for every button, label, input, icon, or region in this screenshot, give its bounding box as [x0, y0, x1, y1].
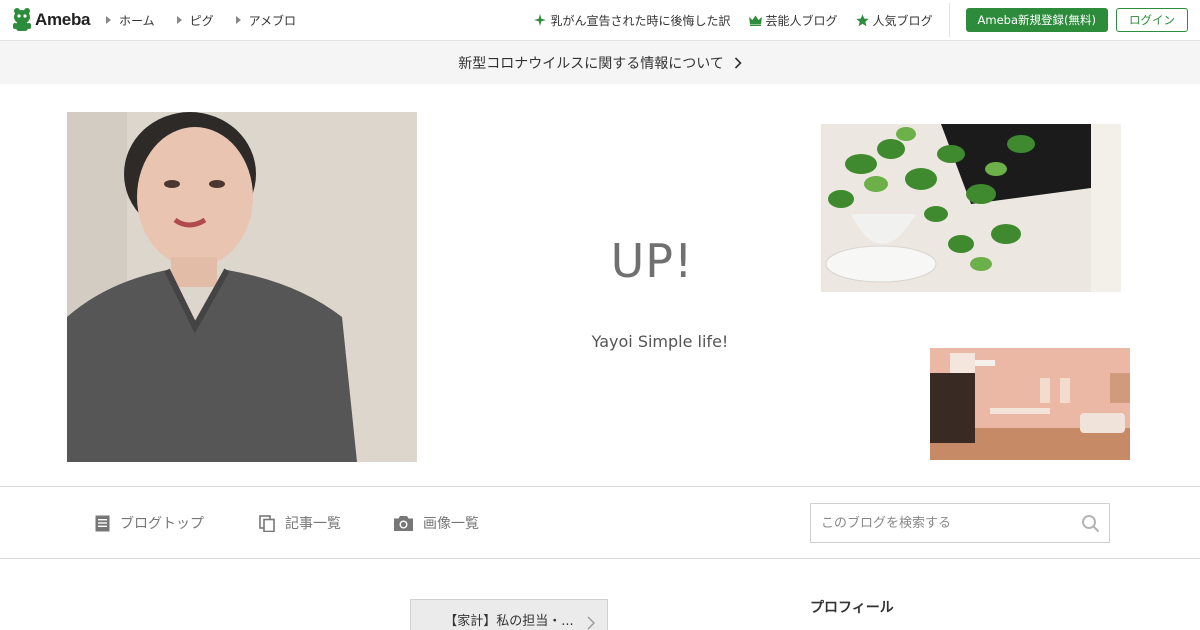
caret-right-icon [235, 16, 241, 24]
menu-item-label: ブログトップ [120, 516, 204, 532]
crown-icon [748, 15, 762, 26]
caret-right-icon [176, 16, 182, 24]
ameba-mascot-icon [12, 7, 32, 33]
login-button[interactable]: ログイン [1116, 8, 1188, 32]
global-header: Ameba ホーム ピグ アメブロ 乳がん宣告された時に後悔した訳 芸能人ブログ… [0, 0, 1200, 41]
previous-article-link[interactable]: 【家計】私の担当・... [410, 599, 608, 630]
nav-item-label: ホーム [119, 13, 155, 28]
ameba-logo[interactable]: Ameba [12, 7, 90, 33]
blog-menu: ブログトップ 記事一覧 画像一覧 [0, 486, 1200, 559]
logo-wordmark: Ameba [35, 10, 91, 29]
service-nav: ホーム ピグ アメブロ [106, 0, 318, 40]
menu-blog-top[interactable]: ブログトップ [95, 487, 204, 559]
featured-link-breast-cancer[interactable]: 乳がん宣告された時に後悔した訳 [534, 12, 731, 29]
blog-search-box [810, 503, 1110, 543]
chevron-right-icon [587, 616, 595, 630]
menu-item-label: 画像一覧 [423, 516, 479, 532]
featured-link-popular-blogs[interactable]: 人気ブログ [855, 12, 933, 29]
document-icon [95, 515, 110, 531]
featured-link-label: 芸能人ブログ [765, 13, 838, 28]
menu-item-label: 記事一覧 [285, 516, 341, 532]
register-button[interactable]: Ameba新規登録(無料) [965, 8, 1108, 32]
nav-item-label: アメブロ [248, 13, 297, 28]
featured-link-label: 人気ブログ [872, 13, 933, 28]
menu-image-list[interactable]: 画像一覧 [394, 487, 479, 559]
nav-item-home[interactable]: ホーム [106, 12, 155, 29]
living-room-photo-image [930, 348, 1130, 460]
caret-right-icon [106, 16, 111, 24]
search-icon[interactable] [1081, 514, 1100, 533]
blog-description: Yayoi Simple life! [591, 332, 729, 351]
nav-item-label: ピグ [189, 13, 214, 28]
camera-icon [394, 516, 413, 531]
chevron-right-icon [734, 56, 742, 69]
nav-divider [948, 3, 950, 37]
copy-icon [259, 514, 275, 532]
featured-link-label: 乳がん宣告された時に後悔した訳 [550, 13, 731, 28]
star-icon [855, 14, 869, 26]
menu-article-list[interactable]: 記事一覧 [259, 487, 341, 559]
blog-title[interactable]: UP! [552, 234, 752, 288]
featured-links: 乳がん宣告された時に後悔した訳 芸能人ブログ 人気ブログ Ameba新規登録(無… [534, 0, 1200, 40]
covid-info-banner[interactable]: 新型コロナウイルスに関する情報について [0, 41, 1200, 84]
plant-photo-image [821, 124, 1121, 292]
nav-item-ameblo[interactable]: アメブロ [235, 12, 297, 29]
blog-header: UP! Yayoi Simple life! [0, 84, 1200, 486]
blog-search-input[interactable] [811, 504, 1071, 542]
blogger-portrait-image [67, 112, 417, 462]
profile-heading: プロフィール [810, 600, 894, 616]
sparkle-icon [534, 14, 547, 26]
featured-link-celebrity-blogs[interactable]: 芸能人ブログ [748, 12, 838, 29]
nav-item-pigg[interactable]: ピグ [176, 12, 214, 29]
banner-text: 新型コロナウイルスに関する情報について [458, 55, 724, 72]
article-nav-label: 【家計】私の担当・... [444, 613, 574, 629]
